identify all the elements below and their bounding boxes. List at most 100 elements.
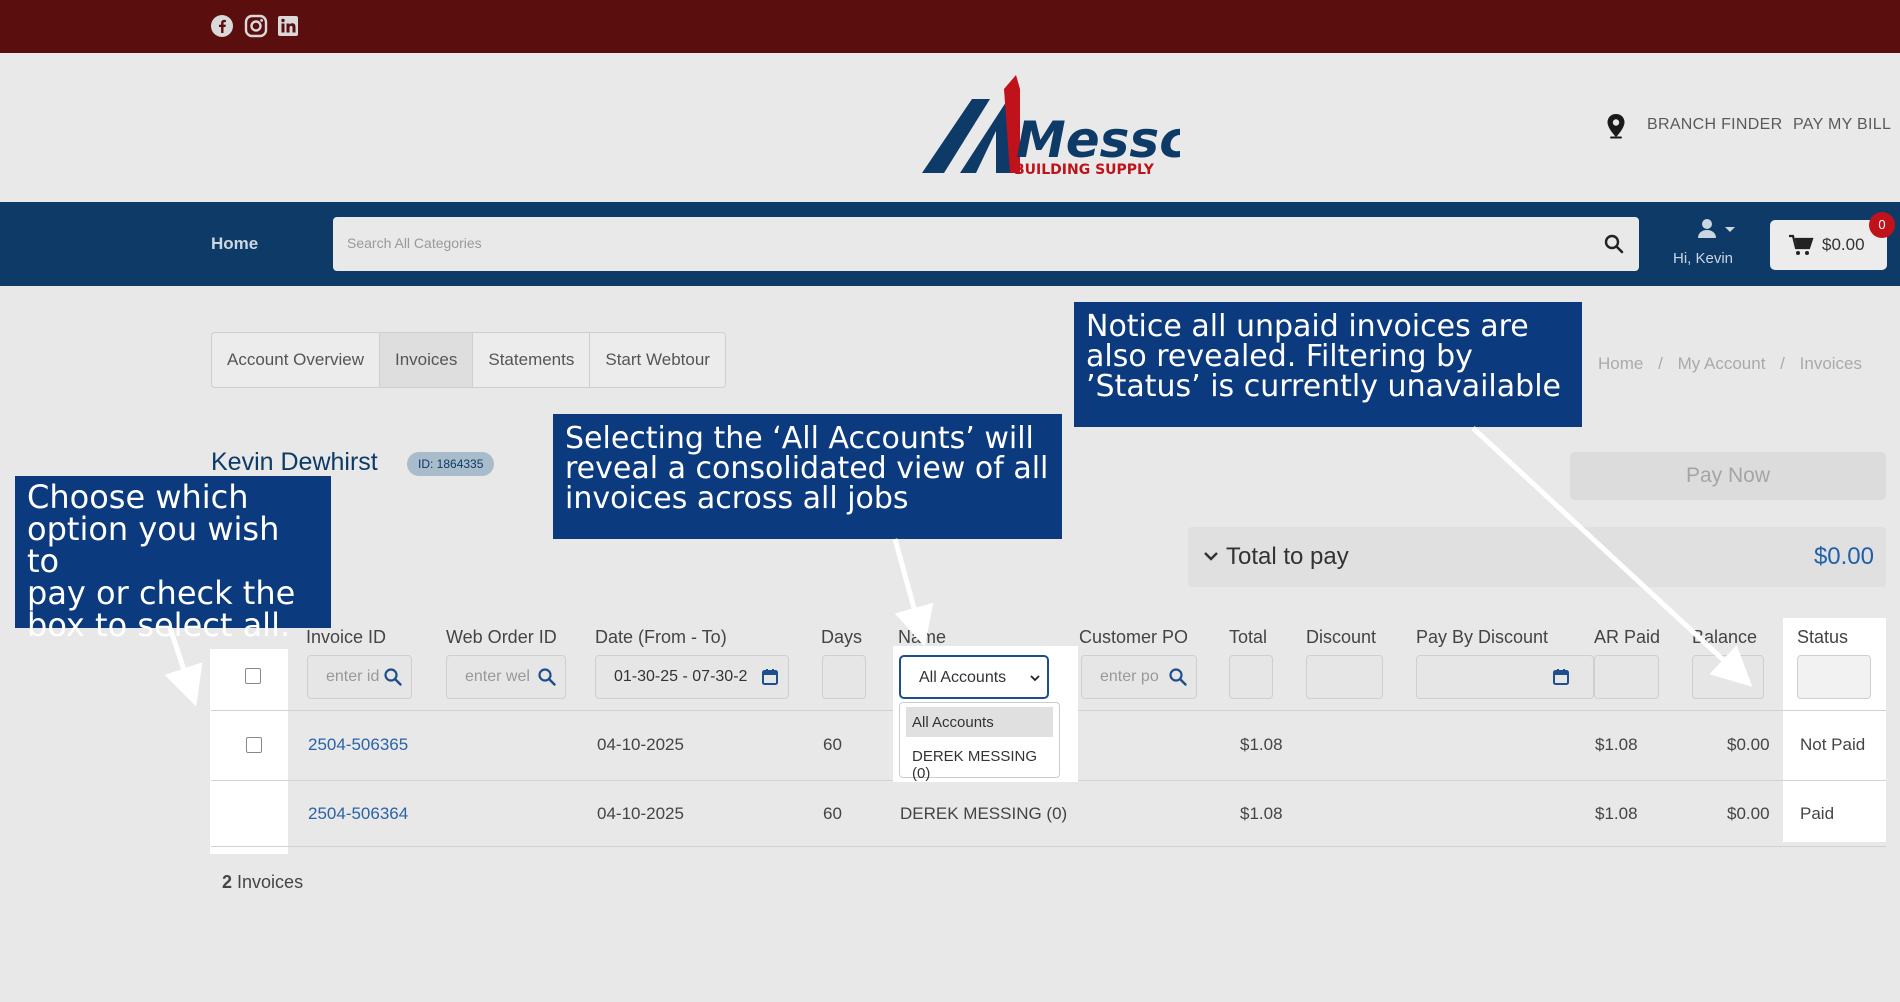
tab-start-webtour[interactable]: Start Webtour bbox=[590, 333, 725, 387]
messco-logo[interactable]: Messco BUILDING SUPPLY bbox=[920, 71, 1180, 183]
invoice-status: Paid bbox=[1800, 804, 1835, 823]
invoice-id-filter[interactable]: enter id bbox=[307, 655, 412, 699]
cart-total: $0.00 bbox=[1822, 235, 1865, 254]
web-order-filter-placeholder: enter wel bbox=[465, 668, 530, 685]
invoice-days: 60 bbox=[823, 804, 842, 823]
chevron-down-icon bbox=[1204, 552, 1218, 561]
date-range-filter[interactable]: 01-30-25 - 07-30-2 bbox=[595, 655, 789, 699]
col-days: Days bbox=[821, 627, 863, 647]
tab-invoices[interactable]: Invoices bbox=[380, 333, 474, 387]
row-divider bbox=[211, 846, 1886, 847]
days-filter[interactable] bbox=[822, 655, 866, 699]
account-tabs: Account Overview Invoices Statements Sta… bbox=[211, 332, 726, 388]
date-range-value: 01-30-25 - 07-30-2 bbox=[614, 668, 748, 685]
callout-line: Choose which bbox=[27, 478, 249, 516]
invoice-total: $1.08 bbox=[1240, 735, 1283, 754]
calendar-icon[interactable] bbox=[1551, 667, 1571, 687]
col-total: Total bbox=[1229, 627, 1268, 647]
customer-id-badge: ID: 1864335 bbox=[407, 452, 495, 476]
account-option-all[interactable]: All Accounts bbox=[906, 707, 1053, 737]
breadcrumb-my-account[interactable]: My Account bbox=[1678, 354, 1766, 373]
invoice-ar-paid: $1.08 bbox=[1595, 804, 1638, 823]
tab-account-overview[interactable]: Account Overview bbox=[212, 333, 380, 387]
total-filter[interactable] bbox=[1229, 655, 1273, 699]
web-order-id-filter[interactable]: enter wel bbox=[446, 655, 566, 699]
po-filter-placeholder: enter po bbox=[1100, 668, 1159, 685]
col-customer-po: Customer PO bbox=[1079, 627, 1189, 647]
instagram-icon[interactable] bbox=[244, 14, 268, 38]
invoice-link[interactable]: 2504-506364 bbox=[308, 804, 408, 824]
balance-filter[interactable] bbox=[1692, 655, 1764, 699]
col-date: Date (From - To) bbox=[595, 627, 727, 647]
invoice-id-filter-placeholder: enter id bbox=[326, 668, 380, 685]
select-all-checkbox[interactable] bbox=[245, 668, 261, 684]
arrow-to-account-select bbox=[892, 538, 934, 647]
chevron-down-icon bbox=[1030, 675, 1040, 682]
breadcrumb-separator: / bbox=[1658, 354, 1663, 373]
tab-statements[interactable]: Statements bbox=[473, 333, 591, 387]
col-web-order-id: Web Order ID bbox=[446, 627, 557, 647]
invoice-balance: $0.00 bbox=[1727, 735, 1770, 754]
col-ar-paid: AR Paid bbox=[1594, 627, 1661, 647]
breadcrumb-home[interactable]: Home bbox=[1598, 354, 1643, 373]
site-header: Messco BUILDING SUPPLY BRANCH FINDER PAY… bbox=[0, 53, 1900, 202]
col-discount: Discount bbox=[1306, 627, 1377, 647]
callout-line: pay or check the bbox=[27, 574, 296, 612]
callout-line: also revealed. Filtering by bbox=[1086, 339, 1473, 374]
search-placeholder: Search All Categories bbox=[347, 235, 482, 251]
invoice-days: 60 bbox=[823, 735, 842, 754]
account-select[interactable]: All Accounts bbox=[899, 655, 1049, 699]
callout-line: Selecting the ‘All Accounts’ will bbox=[565, 421, 1034, 456]
pay-now-button[interactable]: Pay Now bbox=[1570, 452, 1886, 500]
invoice-status: Not Paid bbox=[1800, 735, 1866, 754]
ar-paid-filter[interactable] bbox=[1594, 655, 1659, 699]
invoice-balance: $0.00 bbox=[1727, 804, 1770, 823]
map-pin-icon[interactable] bbox=[1605, 113, 1627, 139]
search-icon[interactable] bbox=[1603, 233, 1625, 255]
account-option-derek-messing[interactable]: DEREK MESSING (0) bbox=[906, 741, 1053, 782]
user-greeting[interactable]: Hi, Kevin bbox=[1673, 250, 1733, 267]
branch-finder-link[interactable]: BRANCH FINDER bbox=[1647, 116, 1782, 134]
callout-unpaid-invoices: Notice all unpaid invoices are also reve… bbox=[1074, 302, 1582, 427]
invoice-link[interactable]: 2504-506365 bbox=[308, 735, 408, 755]
col-status: Status bbox=[1797, 627, 1849, 647]
calendar-icon[interactable] bbox=[760, 667, 780, 687]
account-dropdown-menu: All Accounts DEREK MESSING (0) bbox=[899, 702, 1060, 782]
invoice-count: 2 Invoices bbox=[222, 872, 303, 893]
invoice-count-number: 2 bbox=[222, 872, 233, 892]
search-input[interactable]: Search All Categories bbox=[333, 217, 1639, 271]
invoice-account-name: DEREK MESSING (0) bbox=[900, 804, 1068, 823]
account-select-highlight: All Accounts All Accounts DEREK MESSING … bbox=[893, 646, 1078, 782]
pay-by-discount-filter[interactable] bbox=[1416, 655, 1594, 699]
search-icon[interactable] bbox=[1168, 667, 1188, 687]
cart-count-badge: 0 bbox=[1869, 212, 1895, 238]
user-icon[interactable] bbox=[1693, 218, 1735, 242]
discount-filter[interactable] bbox=[1306, 655, 1383, 699]
row-checkbox[interactable] bbox=[246, 737, 262, 753]
callout-line: ’Status’ is currently unavailable bbox=[1086, 369, 1561, 404]
pay-my-bill-link[interactable]: PAY MY BILL bbox=[1793, 116, 1891, 134]
invoice-count-label: Invoices bbox=[237, 872, 304, 892]
main-nav: Home Search All Categories Hi, Kevin $0.… bbox=[0, 202, 1900, 286]
customer-name: Kevin Dewhirst bbox=[211, 448, 378, 476]
search-icon[interactable] bbox=[537, 667, 557, 687]
linkedin-icon[interactable] bbox=[276, 14, 300, 38]
status-filter[interactable] bbox=[1797, 655, 1871, 699]
callout-line: box to select all. bbox=[27, 606, 291, 644]
breadcrumb-invoices: Invoices bbox=[1799, 354, 1863, 373]
facebook-icon[interactable] bbox=[210, 14, 234, 38]
total-to-pay-amount: $0.00 bbox=[1813, 543, 1874, 570]
total-to-pay-bar[interactable]: Total to pay $0.00 bbox=[1188, 527, 1886, 587]
social-bar bbox=[0, 0, 1900, 53]
customer-po-filter[interactable]: enter po bbox=[1081, 655, 1197, 699]
col-pay-by-discount: Pay By Discount bbox=[1416, 627, 1549, 647]
status-column-highlight bbox=[1783, 618, 1886, 842]
search-icon[interactable] bbox=[383, 667, 403, 687]
breadcrumb-separator: / bbox=[1780, 354, 1785, 373]
nav-home-link[interactable]: Home bbox=[211, 234, 258, 254]
invoice-date: 04-10-2025 bbox=[597, 735, 684, 754]
callout-line: option you wish to bbox=[27, 510, 280, 580]
total-to-pay-label: Total to pay bbox=[1226, 543, 1349, 570]
col-name: Name bbox=[898, 627, 947, 647]
callout-line: invoices across all jobs bbox=[565, 481, 909, 516]
